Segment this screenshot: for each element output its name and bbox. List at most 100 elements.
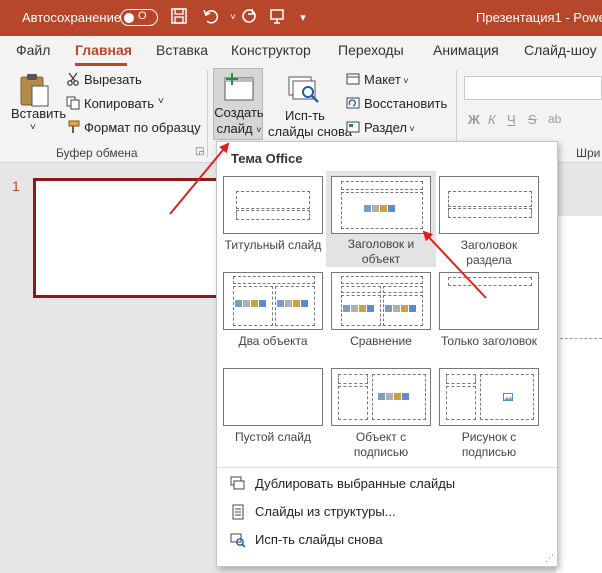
save-icon[interactable] bbox=[168, 7, 190, 29]
new-slide-gallery: Тема Office Титульный слайд Заголовок и … bbox=[216, 141, 558, 567]
layout-title-and-content[interactable]: Заголовок и объект bbox=[326, 171, 436, 267]
title-bar: Автосохранение О ˅ ▾ Презентация1 - Powe… bbox=[0, 0, 602, 36]
tab-home[interactable]: Главная bbox=[75, 42, 132, 58]
layout-label: Заголовок bbox=[460, 238, 518, 252]
copy-button[interactable]: Копировать bbox=[66, 96, 154, 111]
undo-icon[interactable] bbox=[200, 7, 222, 29]
outline-icon bbox=[232, 504, 244, 520]
layout-picture-with-caption[interactable]: Рисунок с подписью bbox=[434, 368, 544, 460]
layout-title-only[interactable]: Только заголовок bbox=[434, 272, 544, 364]
layout-blank[interactable]: Пустой слайд bbox=[218, 368, 328, 460]
layout-label: подписью bbox=[353, 445, 409, 459]
tab-transitions[interactable]: Переходы bbox=[338, 42, 404, 58]
layout-label: Макет bbox=[364, 72, 401, 87]
reuse-slides-label: Исп-ть слайды снова bbox=[255, 532, 383, 547]
format-painter-label: Формат по образцу bbox=[84, 120, 201, 135]
powerpoint-window: Автосохранение О ˅ ▾ Презентация1 - Powe… bbox=[0, 0, 602, 573]
layout-label: объект bbox=[361, 252, 401, 266]
new-slide-dropdown-icon: ˅ bbox=[256, 125, 262, 135]
layout-label: Титульный слайд bbox=[224, 238, 322, 252]
resize-grip-icon[interactable]: ⋰ bbox=[545, 553, 554, 564]
duplicate-slides-item[interactable]: Дублировать выбранные слайды bbox=[227, 474, 547, 496]
cut-label: Вырезать bbox=[84, 72, 142, 87]
tab-animations[interactable]: Анимация bbox=[433, 42, 499, 58]
slides-from-outline-item[interactable]: Слайды из структуры... bbox=[227, 502, 547, 524]
reuse-slides-item[interactable]: Исп-ть слайды снова bbox=[227, 530, 547, 552]
duplicate-slides-icon bbox=[230, 476, 245, 490]
layout-thumbnail bbox=[439, 272, 539, 330]
copy-dropdown-icon[interactable]: ˅ bbox=[158, 96, 164, 107]
redo-icon[interactable] bbox=[238, 7, 260, 29]
tab-design[interactable]: Конструктор bbox=[231, 42, 311, 58]
section-label: Раздел bbox=[364, 120, 407, 135]
presentation-icon[interactable] bbox=[266, 7, 288, 29]
ribbon-tabs: Файл Главная Вставка Конструктор Переход… bbox=[0, 36, 602, 66]
tab-slideshow[interactable]: Слайд-шоу bbox=[524, 42, 597, 58]
layout-label: Сравнение bbox=[350, 334, 412, 348]
gallery-heading: Тема Office bbox=[231, 151, 303, 166]
reset-button[interactable]: Восстановить bbox=[346, 96, 447, 111]
format-painter-button[interactable]: Формат по образцу bbox=[66, 120, 201, 135]
document-title: Презентация1 - Power bbox=[476, 10, 602, 25]
reuse-slides-label-2: слайды снова bbox=[268, 124, 353, 139]
reuse-slides-label-1: Исп-ть bbox=[285, 108, 325, 123]
underline-button[interactable]: Ч bbox=[507, 112, 516, 127]
layout-label: Рисунок с bbox=[461, 430, 517, 444]
layout-comparison[interactable]: Сравнение bbox=[326, 272, 436, 364]
picture-icon bbox=[503, 393, 513, 401]
layout-section-header[interactable]: Заголовок раздела bbox=[434, 176, 544, 268]
layout-thumbnail bbox=[223, 176, 323, 234]
layout-label: Два объекта bbox=[238, 334, 308, 348]
reuse-slides-icon bbox=[230, 533, 246, 548]
layout-content-with-caption[interactable]: Объект с подписью bbox=[326, 368, 436, 460]
font-group-label: Шри bbox=[576, 146, 601, 160]
layout-thumbnail bbox=[331, 176, 431, 234]
group-separator bbox=[207, 70, 208, 158]
layout-button[interactable]: Макет ˅ bbox=[346, 72, 409, 87]
gallery-separator bbox=[217, 467, 557, 468]
new-slide-label-1: Создать bbox=[214, 105, 264, 120]
clipboard-group-label: Буфер обмена bbox=[56, 146, 138, 160]
layout-thumbnail bbox=[223, 368, 323, 426]
slide-canvas[interactable] bbox=[556, 216, 602, 573]
layout-label: Только заголовок bbox=[440, 334, 538, 348]
layout-label: подписью bbox=[461, 445, 517, 459]
reuse-slides-button[interactable]: Исп-ть слайды снова bbox=[268, 70, 353, 140]
bold-button[interactable]: Ж bbox=[468, 112, 480, 127]
paste-dropdown-icon[interactable]: ˅ bbox=[30, 122, 36, 133]
layout-thumbnail bbox=[331, 368, 431, 426]
font-name-box[interactable] bbox=[464, 76, 602, 100]
slide-number: 1 bbox=[12, 178, 20, 194]
clipboard-launcher-icon[interactable]: ◲ bbox=[195, 146, 204, 157]
layout-title-slide[interactable]: Титульный слайд bbox=[218, 176, 328, 268]
layout-thumbnail bbox=[331, 272, 431, 330]
layout-thumbnail bbox=[439, 368, 539, 426]
layout-label: Заголовок и bbox=[347, 237, 415, 251]
duplicate-slides-label: Дублировать выбранные слайды bbox=[255, 476, 456, 491]
new-slide-label-2: слайд bbox=[216, 121, 253, 136]
autosave-toggle[interactable]: О bbox=[120, 9, 158, 26]
slides-from-outline-label: Слайды из структуры... bbox=[255, 504, 396, 519]
section-button[interactable]: Раздел ˅ bbox=[346, 120, 415, 135]
autosave-label: Автосохранение bbox=[22, 10, 122, 25]
customize-toolbar-icon[interactable]: ▾ bbox=[292, 7, 314, 29]
paste-button[interactable]: Вставить bbox=[11, 106, 66, 121]
strikethrough-button[interactable]: S bbox=[528, 112, 537, 127]
layout-two-content[interactable]: Два объекта bbox=[218, 272, 328, 364]
layout-thumbnail bbox=[439, 176, 539, 234]
layout-label: Пустой слайд bbox=[235, 430, 311, 444]
layout-thumbnail bbox=[223, 272, 323, 330]
slide-thumbnail[interactable] bbox=[33, 178, 223, 298]
tab-insert[interactable]: Вставка bbox=[156, 42, 208, 58]
layout-label: Объект с bbox=[355, 430, 407, 444]
tab-file[interactable]: Файл bbox=[16, 42, 50, 58]
layout-label: раздела bbox=[466, 253, 512, 267]
toggle-knob bbox=[124, 12, 134, 23]
new-slide-button[interactable]: Создать слайд ˅ bbox=[213, 68, 264, 140]
cut-button[interactable]: Вырезать bbox=[66, 72, 142, 87]
slide-placeholder-border bbox=[560, 338, 602, 339]
reset-label: Восстановить bbox=[364, 96, 448, 111]
copy-label: Копировать bbox=[84, 96, 154, 111]
shadow-button[interactable]: ab bbox=[548, 112, 561, 126]
italic-button[interactable]: К bbox=[488, 112, 496, 127]
